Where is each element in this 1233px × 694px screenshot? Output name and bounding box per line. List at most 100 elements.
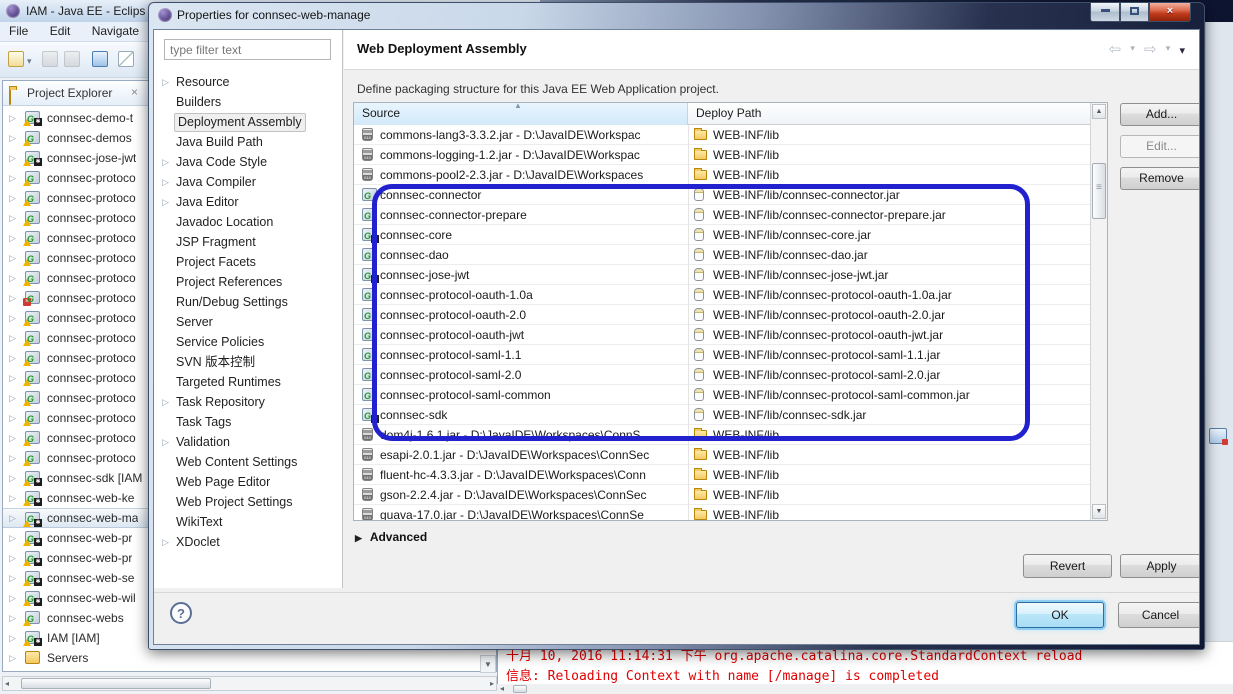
filter-input[interactable] (164, 39, 331, 60)
table-row[interactable]: esapi-2.0.1.jar - D:\JavaIDE\Workspaces\… (354, 445, 1090, 465)
deploy-path-cell[interactable]: WEB-INF/lib (688, 425, 1090, 445)
properties-category-item[interactable]: ▷ Resource (154, 72, 342, 92)
deploy-path-cell[interactable]: WEB-INF/lib/connsec-protocol-saml-common… (688, 385, 1090, 405)
expander-icon[interactable]: ▷ (162, 432, 169, 452)
deploy-path-cell[interactable]: WEB-INF/lib/connsec-protocol-saml-1.1.ja… (688, 345, 1090, 365)
scroll-down-icon[interactable]: ▼ (1092, 504, 1106, 519)
hscroll-thumb[interactable] (513, 685, 527, 693)
source-cell[interactable]: fluent-hc-4.3.3.jar - D:\JavaIDE\Workspa… (354, 465, 688, 485)
back-icon[interactable]: ⇦ (1109, 41, 1122, 58)
table-row[interactable]: connsec-protocol-saml-common WEB-INF/lib… (354, 385, 1090, 405)
menu-edit[interactable]: Edit (41, 22, 80, 40)
expander-icon[interactable]: ▷ (9, 468, 16, 488)
deploy-path-cell[interactable]: WEB-INF/lib/connsec-protocol-oauth-1.0a.… (688, 285, 1090, 305)
deploy-path-cell[interactable]: WEB-INF/lib/connsec-connector.jar (688, 185, 1090, 205)
explorer-vscroll-down[interactable]: ▼ (480, 655, 496, 673)
source-cell[interactable]: commons-pool2-2.3.jar - D:\JavaIDE\Works… (354, 165, 688, 185)
properties-category-item[interactable]: ▷ Java Compiler (154, 172, 342, 192)
source-cell[interactable]: connsec-core (354, 225, 688, 245)
properties-category-item[interactable]: ▷ Web Content Settings (154, 452, 342, 472)
table-row[interactable]: connsec-core WEB-INF/lib/connsec-core.ja… (354, 225, 1090, 245)
source-cell[interactable]: esapi-2.0.1.jar - D:\JavaIDE\Workspaces\… (354, 445, 688, 465)
expander-icon[interactable]: ▷ (9, 328, 16, 348)
source-cell[interactable]: connsec-protocol-oauth-2.0 (354, 305, 688, 325)
source-cell[interactable]: connsec-connector-prepare (354, 205, 688, 225)
expander-icon[interactable]: ▷ (162, 72, 169, 92)
expander-icon[interactable]: ▷ (9, 448, 16, 468)
hscroll-thumb[interactable] (21, 678, 211, 689)
properties-category-item[interactable]: ▷ Validation (154, 432, 342, 452)
deploy-path-cell[interactable]: WEB-INF/lib (688, 165, 1090, 185)
deploy-path-cell[interactable]: WEB-INF/lib/connsec-sdk.jar (688, 405, 1090, 425)
source-cell[interactable]: connsec-protocol-saml-1.1 (354, 345, 688, 365)
source-cell[interactable]: connsec-sdk (354, 405, 688, 425)
forward-dropdown-icon[interactable]: ▾ (1166, 43, 1171, 53)
new-wizard-dropdown-icon[interactable]: ▾ (27, 56, 32, 67)
remove-button[interactable]: Remove (1120, 167, 1200, 190)
expander-icon[interactable]: ▷ (9, 648, 16, 668)
properties-category-item[interactable]: ▷ Web Page Editor (154, 472, 342, 492)
properties-category-item[interactable]: ▷ Project References (154, 272, 342, 292)
properties-category-item[interactable]: ▷ Task Tags (154, 412, 342, 432)
deploy-path-cell[interactable]: WEB-INF/lib (688, 125, 1090, 145)
scroll-left-icon[interactable]: ◂ (500, 683, 504, 694)
edit-button[interactable]: Edit... (1120, 135, 1200, 158)
forward-icon[interactable]: ⇨ (1144, 41, 1157, 58)
expander-icon[interactable]: ▷ (162, 392, 169, 412)
table-row[interactable]: dom4j-1.6.1.jar - D:\JavaIDE\Workspaces\… (354, 425, 1090, 445)
mark-occurrences-icon[interactable] (118, 51, 134, 67)
table-row[interactable]: connsec-connector-prepare WEB-INF/lib/co… (354, 205, 1090, 225)
source-cell[interactable]: connsec-connector (354, 185, 688, 205)
properties-category-item[interactable]: ▷ Deployment Assembly (154, 112, 342, 132)
properties-category-item[interactable]: ▷ Java Build Path (154, 132, 342, 152)
expander-icon[interactable]: ▷ (9, 368, 16, 388)
close-button[interactable]: × (1149, 3, 1191, 22)
properties-category-item[interactable]: ▷ WikiText (154, 512, 342, 532)
properties-category-item[interactable]: ▷ Web Project Settings (154, 492, 342, 512)
properties-category-item[interactable]: ▷ Javadoc Location (154, 212, 342, 232)
table-row[interactable]: connsec-protocol-oauth-1.0a WEB-INF/lib/… (354, 285, 1090, 305)
cancel-button[interactable]: Cancel (1118, 602, 1200, 628)
project-tree-item[interactable]: ▷ Servers (3, 648, 496, 668)
console-view-icon[interactable] (92, 51, 108, 67)
properties-category-item[interactable]: ▷ Java Code Style (154, 152, 342, 172)
table-row[interactable]: guava-17.0.jar - D:\JavaIDE\Workspaces\C… (354, 505, 1090, 521)
table-row[interactable]: connsec-protocol-saml-2.0 WEB-INF/lib/co… (354, 365, 1090, 385)
expander-icon[interactable]: ▷ (9, 488, 16, 508)
help-button[interactable]: ? (170, 602, 192, 624)
deploy-path-cell[interactable]: WEB-INF/lib (688, 485, 1090, 505)
deploy-path-cell[interactable]: WEB-INF/lib/connsec-core.jar (688, 225, 1090, 245)
source-cell[interactable]: gson-2.2.4.jar - D:\JavaIDE\Workspaces\C… (354, 485, 688, 505)
source-cell[interactable]: connsec-protocol-oauth-jwt (354, 325, 688, 345)
properties-category-item[interactable]: ▷ Run/Debug Settings (154, 292, 342, 312)
minimize-button[interactable] (1090, 3, 1120, 22)
deploy-path-cell[interactable]: WEB-INF/lib (688, 145, 1090, 165)
advanced-section-toggle[interactable]: ▶ Advanced (355, 530, 427, 544)
properties-category-item[interactable]: ▷ JSP Fragment (154, 232, 342, 252)
scroll-up-icon[interactable]: ▲ (1092, 104, 1106, 119)
deploy-path-cell[interactable]: WEB-INF/lib/connsec-protocol-oauth-jwt.j… (688, 325, 1090, 345)
source-cell[interactable]: commons-lang3-3.3.2.jar - D:\JavaIDE\Wor… (354, 125, 688, 145)
table-row[interactable]: connsec-jose-jwt WEB-INF/lib/connsec-jos… (354, 265, 1090, 285)
console-hscrollbar[interactable]: ◂ (497, 684, 1233, 694)
column-header-source[interactable]: Source ▲ (354, 103, 688, 125)
view-menu-icon[interactable]: ▾ (1179, 45, 1185, 57)
save-icon[interactable] (42, 51, 58, 67)
expander-icon[interactable]: ▷ (9, 248, 16, 268)
expander-icon[interactable]: ▷ (9, 108, 16, 128)
expander-icon[interactable]: ▷ (9, 208, 16, 228)
source-cell[interactable]: connsec-protocol-oauth-1.0a (354, 285, 688, 305)
deploy-path-cell[interactable]: WEB-INF/lib/connsec-dao.jar (688, 245, 1090, 265)
source-cell[interactable]: guava-17.0.jar - D:\JavaIDE\Workspaces\C… (354, 505, 688, 521)
expander-icon[interactable]: ▷ (9, 188, 16, 208)
properties-category-item[interactable]: ▷ Task Repository (154, 392, 342, 412)
expander-icon[interactable]: ▷ (9, 628, 16, 648)
ok-button[interactable]: OK (1016, 602, 1104, 628)
column-header-deploy-path[interactable]: Deploy Path (688, 103, 1090, 125)
table-row[interactable]: connsec-dao WEB-INF/lib/connsec-dao.jar (354, 245, 1090, 265)
dialog-titlebar[interactable]: Properties for connsec-web-manage × (149, 3, 1204, 29)
expander-icon[interactable]: ▷ (9, 408, 16, 428)
tab-close-icon[interactable]: × (131, 85, 138, 99)
expander-icon[interactable]: ▷ (162, 532, 169, 552)
scroll-right-icon[interactable]: ▸ (490, 678, 494, 690)
